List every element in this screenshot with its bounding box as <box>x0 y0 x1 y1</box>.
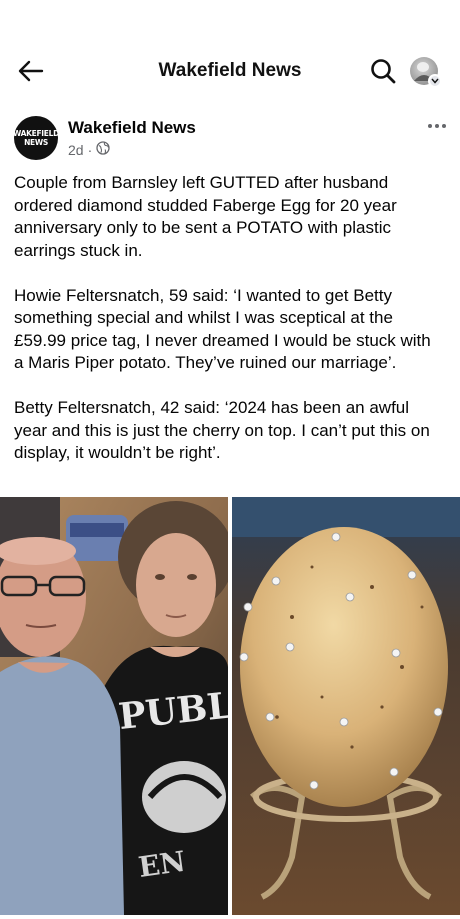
post-text: Couple from Barnsley left GUTTED after h… <box>14 172 444 487</box>
post-paragraph: Betty Feltersnatch, 42 said: ‘2024 has b… <box>14 398 430 462</box>
post-photo-couple[interactable]: PUBL EN <box>0 497 228 915</box>
search-icon[interactable] <box>366 54 400 88</box>
post-header: WAKEFIELD NEWS Wakefield News 2d · <box>0 112 460 172</box>
logo-text-line2: NEWS <box>24 138 48 147</box>
post-paragraph: Howie Feltersnatch, 59 said: ‘I wanted t… <box>14 285 431 373</box>
shirt-text-2: EN <box>136 845 187 884</box>
meta-separator: · <box>87 141 93 158</box>
post-photo-potato[interactable] <box>232 497 460 915</box>
page-name[interactable]: Wakefield News <box>68 118 196 138</box>
globe-icon <box>96 141 110 158</box>
profile-avatar[interactable] <box>410 57 442 88</box>
post-meta: 2d · <box>68 141 110 158</box>
post-paragraph: Couple from Barnsley left GUTTED after h… <box>14 173 397 260</box>
top-bar: Wakefield News <box>0 40 460 100</box>
more-options-icon[interactable] <box>422 116 452 136</box>
page-logo[interactable]: WAKEFIELD NEWS <box>12 116 60 160</box>
chevron-down-icon <box>428 74 442 88</box>
post-time[interactable]: 2d <box>68 142 84 158</box>
logo-text-line1: WAKEFIELD <box>12 129 60 138</box>
